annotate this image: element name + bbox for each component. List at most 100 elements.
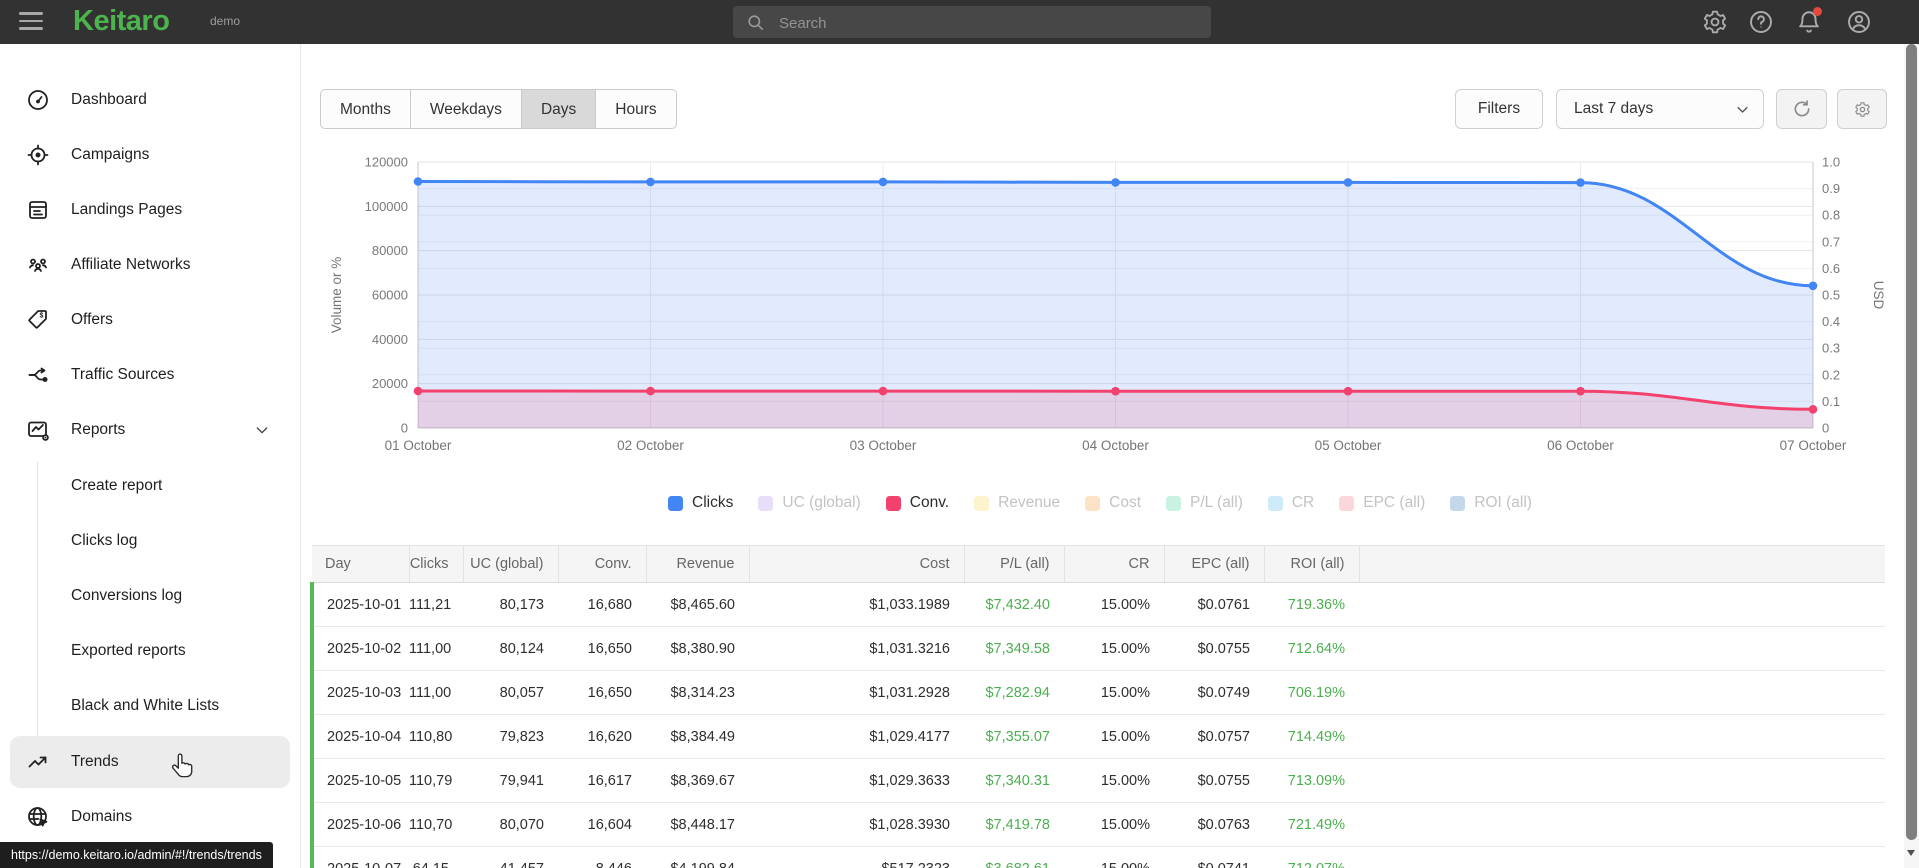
sidebar-item-exported-reports[interactable]: Exported reports xyxy=(0,624,300,678)
sidebar-item-trends[interactable]: Trends xyxy=(0,735,300,789)
user-icon[interactable] xyxy=(1846,9,1872,35)
bell-icon[interactable] xyxy=(1796,7,1822,35)
cell-roi-all-: 719.36% xyxy=(1264,582,1359,627)
legend-swatch xyxy=(1267,495,1283,511)
sidebar-item-campaigns[interactable]: Campaigns xyxy=(0,128,300,182)
table-row[interactable]: 2025-10-03 111,00 80,057 16,650 $8,314.23 $1,… xyxy=(310,670,1885,715)
scrollbar-down-arrow[interactable] xyxy=(1907,850,1915,856)
landings-icon xyxy=(29,201,47,219)
column-header-conv-[interactable]: Conv. xyxy=(557,545,646,583)
cell-uc-global-: 80,057 xyxy=(463,670,558,715)
cell-day: 2025-10-07 xyxy=(310,846,409,868)
legend-item-clicks[interactable]: Clicks xyxy=(668,494,733,512)
sidebar-item-label: Black and White Lists xyxy=(71,697,220,714)
svg-text:06 October: 06 October xyxy=(1547,438,1614,453)
legend-item-cost[interactable]: Cost xyxy=(1085,494,1141,512)
table-row[interactable]: 2025-10-04 110,80 79,823 16,620 $8,384.49 $1,… xyxy=(310,714,1885,759)
legend-item-epc-all-[interactable]: EPC (all) xyxy=(1339,494,1425,512)
sidebar-item-clicks-log[interactable]: Clicks log xyxy=(0,514,300,568)
global-search[interactable] xyxy=(733,6,1211,40)
sidebar-item-label: Conversions log xyxy=(71,587,183,604)
svg-text:07 October: 07 October xyxy=(1780,438,1847,453)
cell-p-l-all-: $7,355.07 xyxy=(964,714,1064,759)
chart-settings-button[interactable] xyxy=(1837,89,1887,129)
tab-days[interactable]: Days xyxy=(520,89,597,129)
legend-item-uc-global-[interactable]: UC (global) xyxy=(758,494,861,512)
legend-swatch xyxy=(1450,495,1466,511)
sidebar-item-domains[interactable]: Domains xyxy=(0,790,300,844)
tab-months[interactable]: Months xyxy=(320,89,411,129)
svg-text:100000: 100000 xyxy=(365,199,408,214)
svg-text:80000: 80000 xyxy=(372,243,408,258)
cell-roi-all-: 706.19% xyxy=(1264,670,1359,715)
column-header-clicks[interactable]: Clicks xyxy=(408,545,463,583)
cell-roi-all-: 714.49% xyxy=(1264,714,1359,759)
sidebar-item-landings-pages[interactable]: Landings Pages xyxy=(0,183,300,237)
column-header-day[interactable]: Day xyxy=(312,545,409,583)
legend-item-roi-all-[interactable]: ROI (all) xyxy=(1450,494,1532,512)
legend-swatch xyxy=(885,495,901,511)
cell-cr: 15.00% xyxy=(1064,582,1164,627)
svg-text:02 October: 02 October xyxy=(617,438,684,453)
sidebar-item-create-report[interactable]: Create report xyxy=(0,459,300,513)
affiliate-icon xyxy=(29,258,47,272)
sidebar-item-dashboard[interactable]: Dashboard xyxy=(0,73,300,127)
link-preview-statusbar: https://demo.keitaro.io/admin/#!/trends/… xyxy=(0,842,273,868)
legend-label: ROI (all) xyxy=(1474,494,1532,511)
table-row[interactable]: 2025-10-06 110,70 80,070 16,604 $8,448.17 $1,… xyxy=(310,802,1885,847)
cell-uc-global-: 80,124 xyxy=(463,626,558,671)
cell-roi-all-: 721.49% xyxy=(1264,802,1359,847)
table-body: 2025-10-01 111,21 80,173 16,680 $8,465.60 $1,… xyxy=(310,582,1885,868)
column-header-p-l-all-[interactable]: P/L (all) xyxy=(963,545,1064,583)
cell-epc-all-: $0.0757 xyxy=(1164,714,1264,759)
cell-cost: $517.2323 xyxy=(749,846,964,868)
sidebar-item-label: Trends xyxy=(71,753,119,770)
tab-hours[interactable]: Hours xyxy=(595,89,677,129)
legend-item-revenue[interactable]: Revenue xyxy=(974,494,1060,512)
svg-text:40000: 40000 xyxy=(372,332,408,347)
search-input[interactable] xyxy=(777,6,1201,40)
cell-cr: 15.00% xyxy=(1064,670,1164,715)
column-header-uc-global-[interactable]: UC (global) xyxy=(462,545,558,583)
cell-revenue: $8,369.67 xyxy=(646,758,749,803)
column-header-epc-all-[interactable]: EPC (all) xyxy=(1163,545,1264,583)
svg-text:0: 0 xyxy=(1822,421,1829,436)
table-row[interactable]: 2025-10-0764,1541,4578,446$4,199.84$517.… xyxy=(310,846,1885,868)
sidebar-item-affiliate-networks[interactable]: Affiliate Networks xyxy=(0,238,300,292)
page-scrollbar[interactable] xyxy=(1904,44,1919,868)
sidebar-item-conversions-log[interactable]: Conversions log xyxy=(0,569,300,623)
help-icon[interactable] xyxy=(1748,9,1774,35)
column-header-cr[interactable]: CR xyxy=(1063,545,1164,583)
sidebar-item-traffic-sources[interactable]: Traffic Sources xyxy=(0,348,300,402)
table-row[interactable]: 2025-10-05 110,79 79,941 16,617 $8,369.67 $1,… xyxy=(310,758,1885,803)
svg-text:0.9: 0.9 xyxy=(1822,181,1840,196)
scrollbar-thumb[interactable] xyxy=(1906,44,1917,840)
campaigns-icon xyxy=(27,144,49,166)
legend-item-p-l-all-[interactable]: P/L (all) xyxy=(1166,494,1243,512)
table-row[interactable]: 2025-10-01 111,21 80,173 16,680 $8,465.60 $1,… xyxy=(310,582,1885,627)
tab-weekdays[interactable]: Weekdays xyxy=(409,89,522,129)
cell-filler xyxy=(1359,758,1885,803)
svg-text:04 October: 04 October xyxy=(1082,438,1149,453)
cell-p-l-all-: $7,432.40 xyxy=(964,582,1064,627)
column-header-cost[interactable]: Cost xyxy=(748,545,964,583)
sidebar-item-reports[interactable]: Reports xyxy=(0,403,300,457)
column-header-roi-all-[interactable]: ROI (all) xyxy=(1263,545,1359,583)
filters-button[interactable]: Filters xyxy=(1455,89,1543,129)
refresh-button[interactable] xyxy=(1776,89,1827,129)
cell-filler xyxy=(1359,714,1885,759)
legend-swatch xyxy=(1085,495,1101,511)
cell-revenue: $8,384.49 xyxy=(646,714,749,759)
table-row[interactable]: 2025-10-02 111,00 80,124 16,650 $8,380.90 $1,… xyxy=(310,626,1885,671)
sidebar-item-offers[interactable]: $ Offers xyxy=(0,293,300,347)
legend-item-cr[interactable]: CR xyxy=(1267,494,1314,512)
menu-icon[interactable] xyxy=(19,12,43,32)
date-range-select[interactable]: Last 7 days xyxy=(1556,89,1764,129)
legend-item-conv-[interactable]: Conv. xyxy=(885,494,949,512)
date-range-value: Last 7 days xyxy=(1574,100,1654,117)
column-header-revenue[interactable]: Revenue xyxy=(645,545,749,583)
sidebar-item-label: Clicks log xyxy=(71,532,138,549)
sidebar-item-black-and-white-lists[interactable]: Black and White Lists xyxy=(0,679,300,733)
settings-gear-icon[interactable] xyxy=(1702,9,1728,35)
keitaro-logo[interactable]: Keitaro xyxy=(73,5,170,38)
